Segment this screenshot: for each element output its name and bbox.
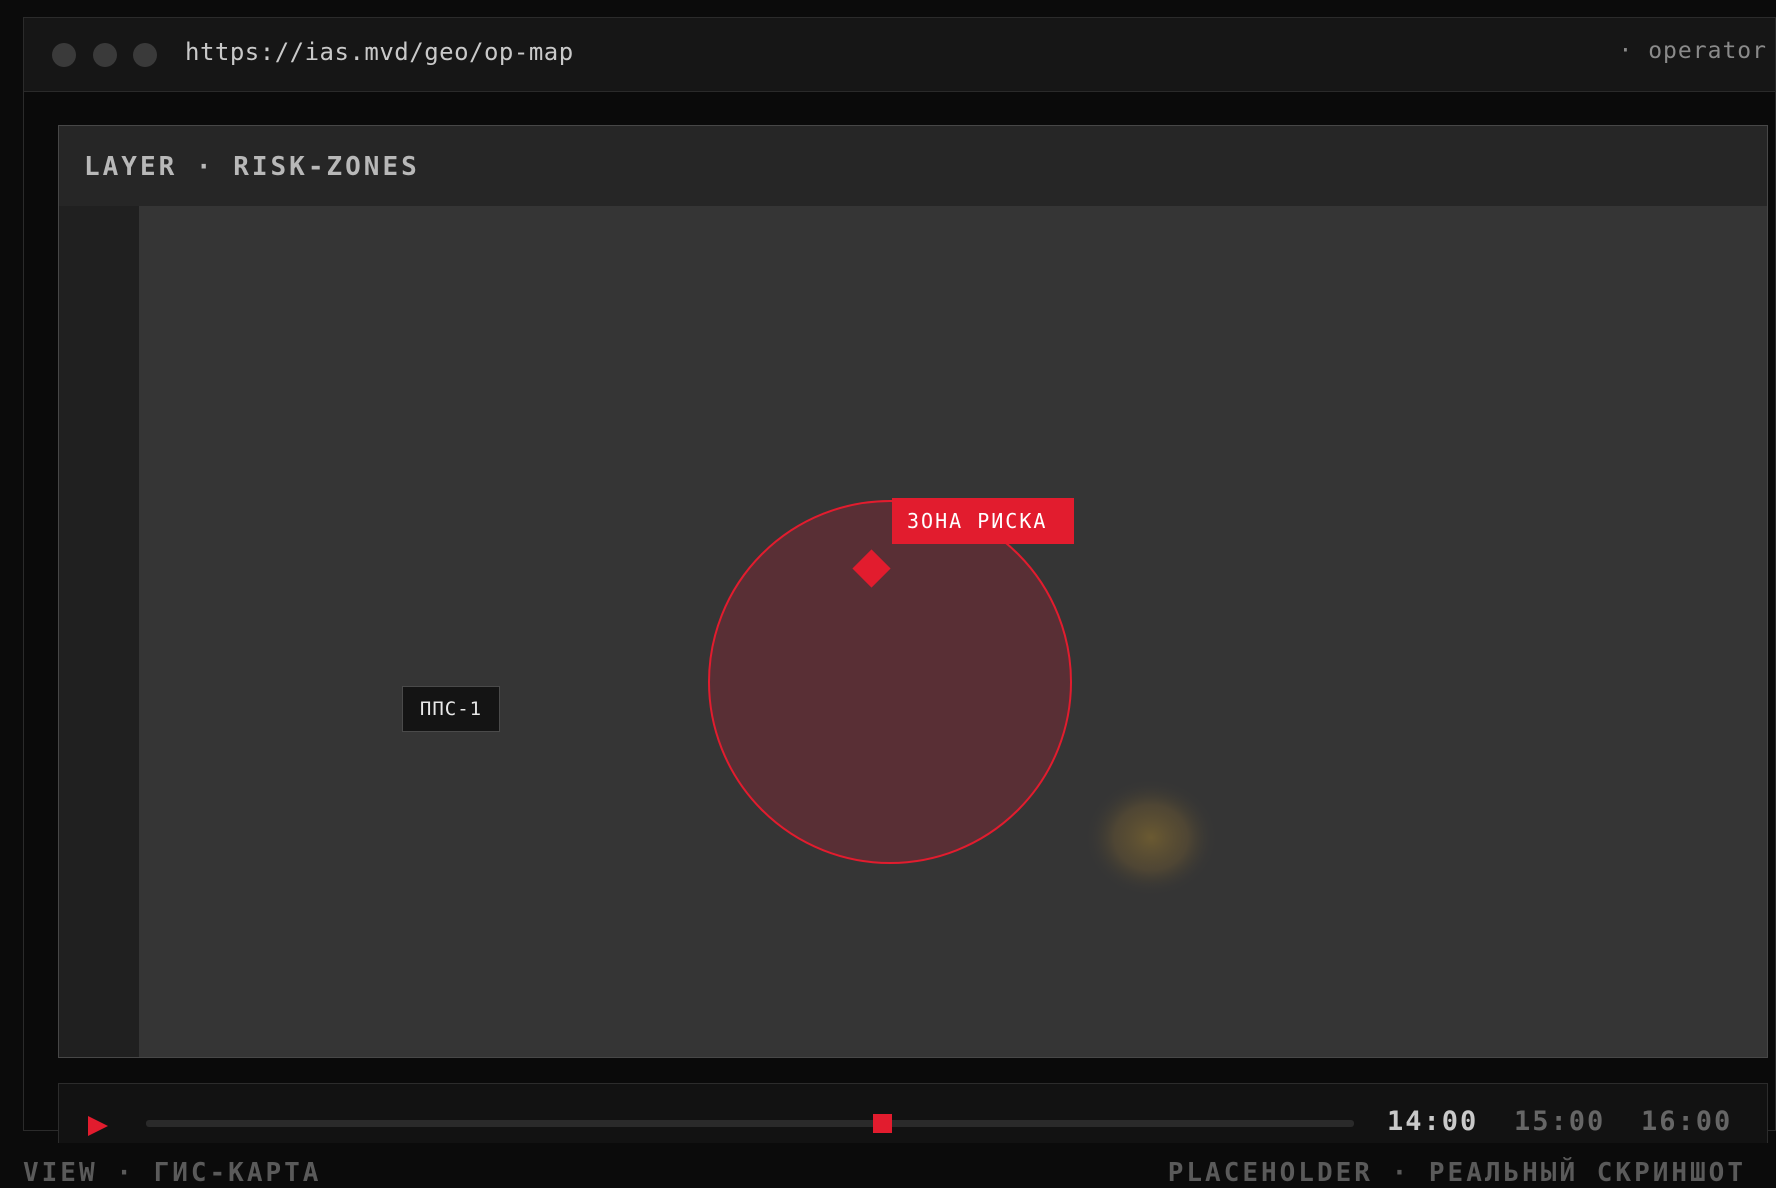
- unit-label-pps-1[interactable]: ППС-1: [402, 686, 500, 732]
- map-canvas[interactable]: [59, 126, 1768, 1058]
- window-close-button[interactable]: [52, 43, 76, 67]
- heat-hotspot[interactable]: [1084, 778, 1218, 897]
- risk-zone-circle[interactable]: [708, 500, 1072, 864]
- window-maximize-button[interactable]: [133, 43, 157, 67]
- user-label: · operator: [1618, 38, 1767, 64]
- timeline-bar: 14:00 15:00 16:00: [58, 1083, 1768, 1143]
- risk-zone-label[interactable]: ЗОНА РИСКА: [892, 498, 1074, 544]
- timeline-scrubber[interactable]: [873, 1114, 893, 1133]
- address-bar[interactable]: https://ias.mvd/geo/op-map: [185, 38, 574, 66]
- browser-titlebar: https://ias.mvd/geo/op-map · operator: [24, 18, 1775, 92]
- time-tick[interactable]: 15:00: [1514, 1106, 1605, 1137]
- footer-note: PLACEHOLDER · РЕАЛЬНЫЙ СКРИНШОТ: [1167, 1158, 1746, 1188]
- time-tick-active[interactable]: 14:00: [1387, 1106, 1478, 1137]
- time-tick[interactable]: 16:00: [1641, 1106, 1732, 1137]
- timeline-track[interactable]: [146, 1120, 1354, 1127]
- footer-view-label: VIEW · ГИС-КАРТА: [23, 1158, 322, 1188]
- map-view[interactable]: LAYER · RISK-ZONES ППС-1 ЗОНА РИСКА: [58, 125, 1768, 1058]
- play-icon[interactable]: [88, 1116, 108, 1136]
- window-minimize-button[interactable]: [93, 43, 117, 67]
